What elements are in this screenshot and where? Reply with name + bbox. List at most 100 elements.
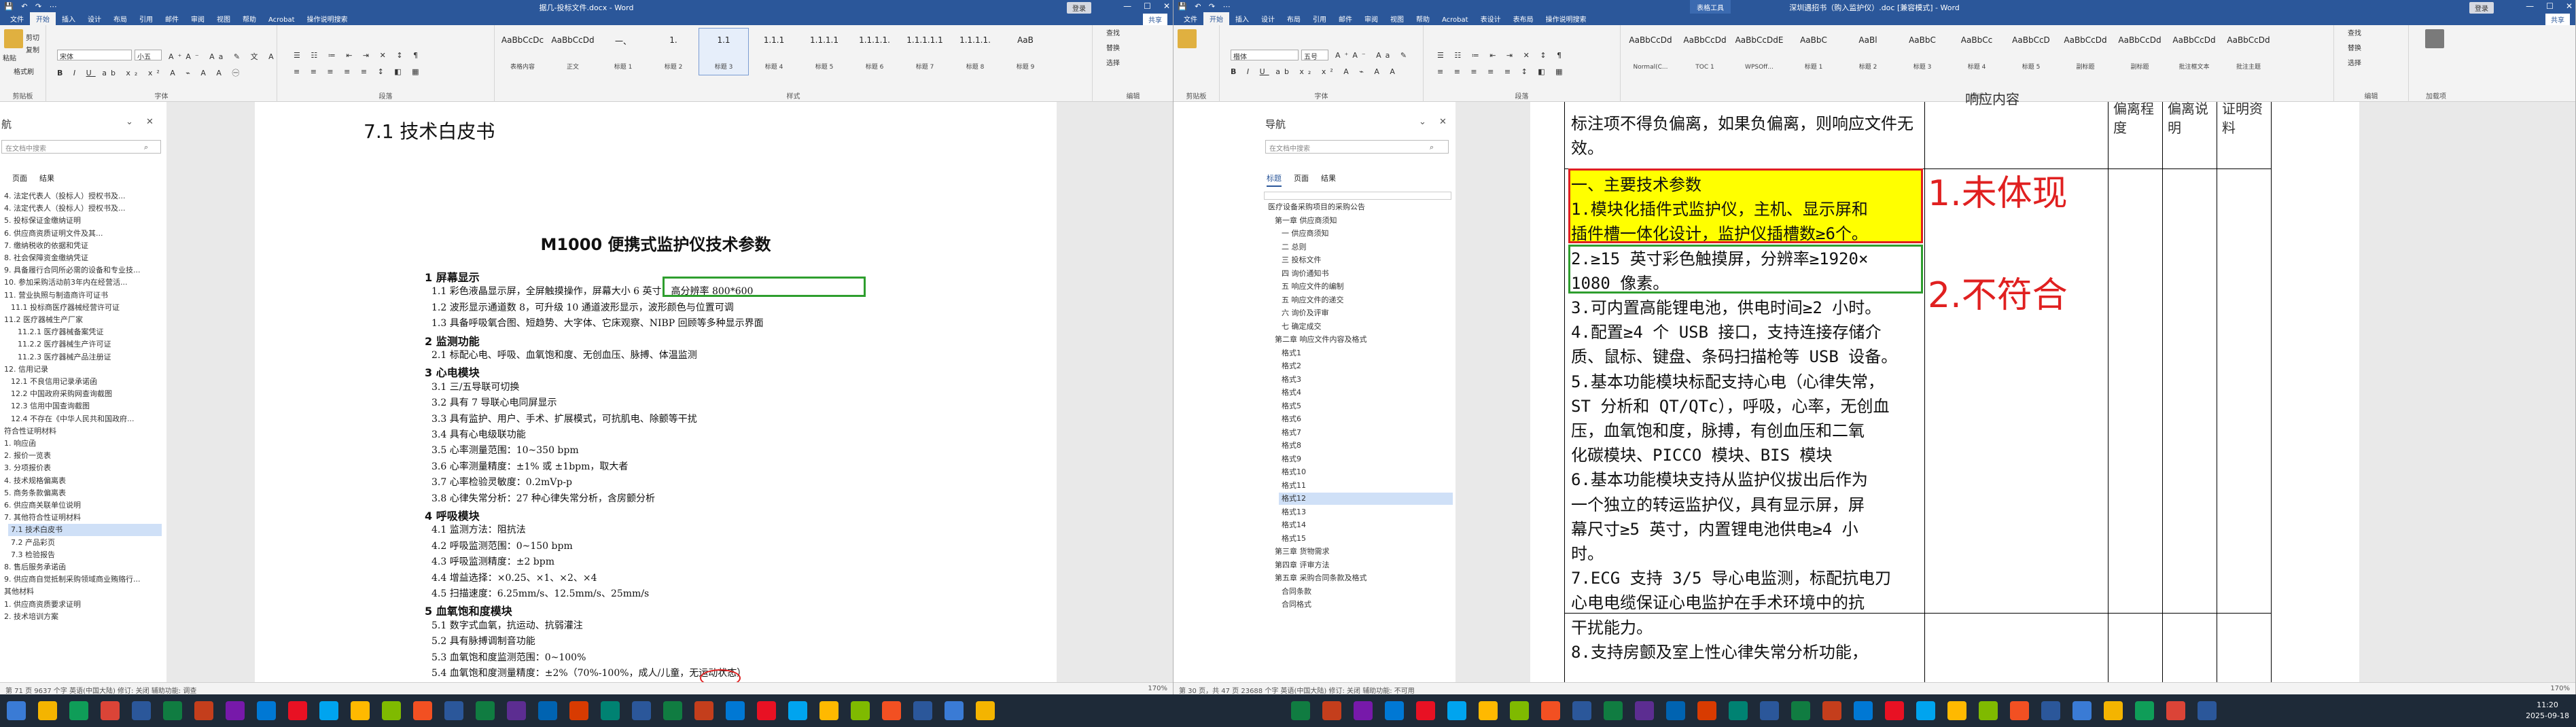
nav-heading-item[interactable]: 7. 缴纳税收的依据和凭证	[1, 240, 162, 252]
taskbar-app-icon[interactable]	[7, 701, 26, 720]
align-buttons[interactable]: ≡ ≡ ≡ ≡ ≡ ↕ ◧ ▦	[1437, 67, 1567, 76]
nav-heading-item[interactable]: 格式5	[1279, 400, 1453, 412]
taskbar-app-icon[interactable]	[1760, 701, 1779, 720]
taskbar-app-icon[interactable]	[788, 701, 807, 720]
ribbon-tab[interactable]: 表设计	[1475, 12, 1507, 25]
nav-heading-item[interactable]: 格式2	[1279, 360, 1453, 372]
taskbar-app-icon[interactable]	[882, 701, 901, 720]
nav-heading-item[interactable]: 12. 信用记录	[1, 364, 162, 376]
nav-heading-item[interactable]: 第二章 响应文件内容及格式	[1272, 334, 1453, 346]
nav-tab[interactable]: 页面	[1294, 173, 1309, 187]
ribbon-tab[interactable]: 开始	[1203, 12, 1229, 25]
taskbar-app-icon[interactable]	[476, 701, 495, 720]
nav-heading-item[interactable]: 格式12	[1279, 493, 1453, 505]
clock[interactable]: 11:20 2025-09-18	[2526, 700, 2569, 722]
taskbar-app-icon[interactable]	[413, 701, 432, 720]
style-preset[interactable]: 1. 标题 2	[648, 28, 699, 75]
taskbar-app-icon[interactable]	[1791, 701, 1810, 720]
nav-heading-item[interactable]: 4. 法定代表人（投标人）授权书及...	[1, 202, 162, 215]
nav-heading-item[interactable]: 格式14	[1279, 519, 1453, 531]
maximize-icon[interactable]: ☐	[2546, 1, 2554, 11]
nav-heading-item[interactable]: 格式6	[1279, 413, 1453, 425]
taskbar-app-icon[interactable]	[1729, 701, 1748, 720]
taskbar-app-icon[interactable]	[1604, 701, 1623, 720]
search-icon[interactable]: ⌕	[1430, 143, 1434, 152]
style-preset[interactable]: AaBbCcDd 批注主题	[2221, 28, 2276, 75]
taskbar-app-icon[interactable]	[1354, 701, 1373, 720]
ribbon-tab[interactable]: 引用	[1307, 12, 1333, 25]
taskbar-app-icon[interactable]	[2104, 701, 2123, 720]
login-button[interactable]: 登录	[1067, 2, 1091, 14]
taskbar-app-icon[interactable]	[288, 701, 307, 720]
taskbar-app-icon[interactable]	[538, 701, 557, 720]
nav-heading-item[interactable]: 格式11	[1279, 480, 1453, 492]
login-button[interactable]: 登录	[2469, 2, 2494, 14]
nav-heading-item[interactable]: 4. 技术规格偏离表	[1, 475, 162, 487]
style-preset[interactable]: AaBbCcDd TOC 1	[1678, 28, 1732, 75]
taskbar-app-icon[interactable]	[1416, 701, 1435, 720]
nav-heading-item[interactable]: 第一章 供应商须知	[1272, 215, 1453, 227]
nav-heading-item[interactable]: 七 确定成交	[1279, 321, 1453, 333]
taskbar-app-icon[interactable]	[226, 701, 245, 720]
edit-button[interactable]: 查找	[1106, 26, 1120, 41]
style-preset[interactable]: AaBbC 标题 1	[1786, 28, 1841, 75]
ribbon-tab[interactable]: 邮件	[1333, 12, 1358, 25]
list-buttons[interactable]: ☰ ☷ ≔ ⇤ ⇥ ✕ ↕ ¶	[1437, 51, 1566, 60]
ribbon-tab[interactable]: 帮助	[1410, 12, 1436, 25]
ribbon-tab[interactable]: 布局	[107, 12, 133, 25]
zoom-level[interactable]: 170%	[2550, 685, 2570, 692]
nav-heading-item[interactable]: 6. 供应商关联单位说明	[1, 499, 162, 512]
taskbar-app-icon[interactable]	[132, 701, 151, 720]
ribbon-tab[interactable]: Acrobat	[1436, 15, 1475, 25]
taskbar-app-icon[interactable]	[976, 701, 995, 720]
taskbar-app-icon[interactable]	[694, 701, 713, 720]
font-name-box[interactable]: 楷体	[1231, 50, 1299, 61]
edit-button[interactable]: 选择	[1106, 56, 1120, 71]
nav-close-icon[interactable]: ✕	[1439, 117, 1447, 127]
nav-heading-item[interactable]: 12.3 信用中国查询截图	[8, 400, 162, 412]
nav-search-input[interactable]: 在文档中搜索	[1265, 140, 1449, 154]
style-preset[interactable]: 1.1.1.1 标题 5	[799, 28, 849, 75]
nav-heading-item[interactable]: 5. 商务条款偏离表	[1, 487, 162, 499]
nav-heading-item[interactable]: 3. 分项报价表	[1, 462, 162, 474]
style-preset[interactable]: AaBbCcDd Normal(C...	[1623, 28, 1678, 75]
taskbar-app-icon[interactable]	[1854, 701, 1873, 720]
close-icon[interactable]: ✕	[2566, 1, 2573, 11]
nav-heading-item[interactable]: 11.1 投标商医疗器械经营许可证	[8, 302, 162, 314]
format-painter-button[interactable]: 格式刷	[14, 66, 34, 76]
taskbar-app-icon[interactable]	[913, 701, 932, 720]
taskbar-app-icon[interactable]	[2010, 701, 2029, 720]
ribbon-tab[interactable]: 插入	[56, 12, 82, 25]
nav-heading-item[interactable]: 4. 法定代表人（投标人）授权书及...	[1, 190, 162, 202]
nav-heading-item[interactable]: 一 供应商须知	[1279, 228, 1453, 240]
nav-heading-item[interactable]: 格式8	[1279, 440, 1453, 452]
nav-options-icon[interactable]: ⌄	[126, 117, 133, 127]
paste-icon[interactable]	[1178, 29, 1197, 48]
taskbar-app-icon[interactable]	[569, 701, 588, 720]
nav-heading-item[interactable]: 格式3	[1279, 374, 1453, 386]
copy-button[interactable]: 复制	[26, 44, 39, 54]
font-size-box[interactable]: 五号	[1301, 50, 1328, 61]
nav-heading-item[interactable]: 11.2.3 医疗器械产品注册证	[15, 351, 162, 364]
font-size-box[interactable]: 小五	[135, 50, 162, 61]
ribbon-tab[interactable]: 引用	[133, 12, 159, 25]
ribbon-tab[interactable]: 文件	[4, 12, 30, 25]
nav-heading-item[interactable]: 格式10	[1279, 466, 1453, 478]
nav-heading-item[interactable]: 11. 营业执照与制造商许可证书	[1, 289, 162, 302]
style-preset[interactable]: 1.1.1.1. 标题 6	[849, 28, 900, 75]
taskbar-app-icon[interactable]	[1322, 701, 1341, 720]
taskbar-app-icon[interactable]	[1510, 701, 1529, 720]
taskbar-app-icon[interactable]	[1447, 701, 1466, 720]
nav-heading-item[interactable]: 第四章 评审方法	[1272, 559, 1453, 571]
nav-heading-item[interactable]: 其他材料	[1, 586, 162, 598]
taskbar-app-icon[interactable]	[945, 701, 964, 720]
taskbar-app-icon[interactable]	[663, 701, 682, 720]
list-buttons[interactable]: ☰ ☷ ≔ ⇤ ⇥ ✕ ↕ ¶	[294, 51, 422, 60]
nav-heading-item[interactable]: 四 询价通知书	[1279, 268, 1453, 280]
nav-heading-item[interactable]: 1. 供应商资质要求证明	[1, 599, 162, 611]
paste-icon[interactable]	[4, 29, 23, 48]
nav-search-input[interactable]: 在文档中搜索	[1, 140, 161, 154]
taskbar-app-icon[interactable]	[1635, 701, 1654, 720]
ribbon-tab[interactable]: 设计	[1255, 12, 1281, 25]
nav-options-icon[interactable]: ⌄	[1419, 117, 1426, 127]
